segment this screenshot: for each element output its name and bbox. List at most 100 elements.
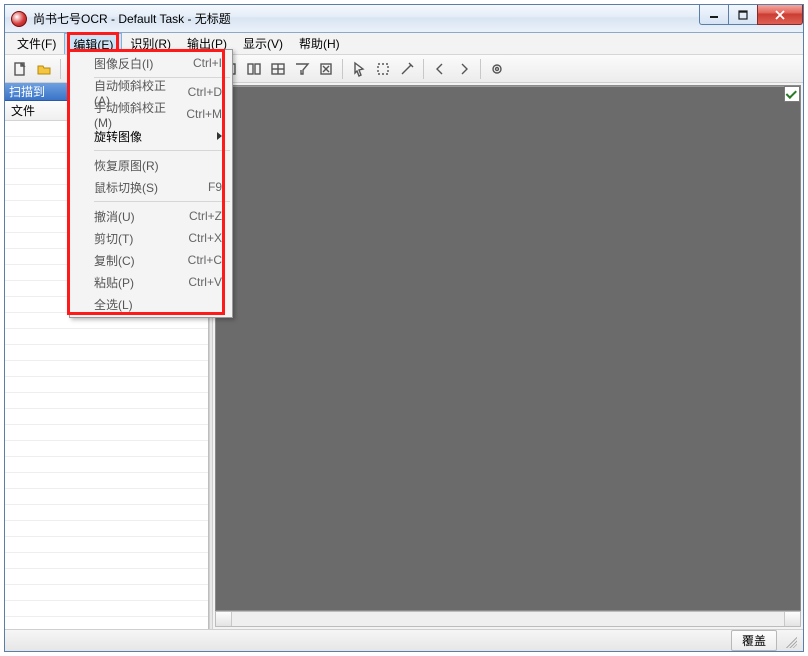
annotation-toggle-checkbox[interactable] [784, 86, 800, 102]
menuitem-label: 恢复原图(R) [94, 157, 159, 174]
menuitem-label: 撤消(U) [94, 208, 135, 225]
menuitem-restore-original[interactable]: 恢复原图(R) [70, 154, 232, 176]
delete-cell-button[interactable] [315, 58, 337, 80]
folder-open-icon [36, 61, 52, 77]
gear-icon [489, 61, 505, 77]
menuitem-accel: F9 [208, 180, 222, 194]
next-button[interactable] [453, 58, 475, 80]
file-column-label: 文件 [11, 102, 35, 119]
maximize-button[interactable] [728, 5, 758, 25]
menuitem-copy[interactable]: 复制(C) Ctrl+C [70, 249, 232, 271]
list-item[interactable] [5, 409, 208, 425]
toolbar-separator [342, 59, 343, 79]
cell-x-icon [318, 61, 334, 77]
list-item[interactable] [5, 553, 208, 569]
list-item[interactable] [5, 393, 208, 409]
list-item[interactable] [5, 457, 208, 473]
list-item[interactable] [5, 601, 208, 617]
resize-grip-icon[interactable] [783, 634, 797, 648]
ruler-top [216, 86, 784, 87]
menuitem-label: 剪切(T) [94, 230, 133, 247]
close-icon [774, 10, 786, 20]
layout-columns-icon [246, 61, 262, 77]
scroll-right-arrow[interactable] [784, 612, 800, 626]
window-title: 尚书七号OCR - Default Task - 无标题 [33, 10, 231, 27]
overwrite-label: 覆盖 [742, 634, 766, 648]
menu-help[interactable]: 帮助(H) [291, 33, 348, 54]
menuitem-manual-deskew[interactable]: 手动倾斜校正(M) Ctrl+M [70, 103, 232, 125]
chevron-right-icon [217, 132, 222, 140]
marquee-button[interactable] [372, 58, 394, 80]
menu-separator [94, 201, 230, 202]
menuitem-label: 图像反白(I) [94, 55, 153, 72]
menuitem-accel: Ctrl+D [188, 85, 222, 99]
menu-file[interactable]: 文件(F) [9, 33, 64, 54]
marquee-icon [375, 61, 391, 77]
close-button[interactable] [757, 5, 803, 25]
minimize-icon [709, 10, 719, 20]
edit-button[interactable] [396, 58, 418, 80]
list-item[interactable] [5, 377, 208, 393]
scroll-track[interactable] [232, 612, 784, 626]
arrow-right-icon [456, 61, 472, 77]
menuitem-invert-image[interactable]: 图像反白(I) Ctrl+I [70, 52, 232, 74]
open-button[interactable] [33, 58, 55, 80]
list-item[interactable] [5, 569, 208, 585]
document-icon [12, 61, 28, 77]
list-item[interactable] [5, 537, 208, 553]
app-icon [11, 11, 27, 27]
toolbar-separator [480, 59, 481, 79]
menuitem-undo[interactable]: 撤消(U) Ctrl+Z [70, 205, 232, 227]
list-item[interactable] [5, 521, 208, 537]
menuitem-label: 手动倾斜校正(M) [94, 99, 176, 130]
list-item[interactable] [5, 585, 208, 601]
list-item[interactable] [5, 345, 208, 361]
menuitem-accel: Ctrl+X [188, 231, 222, 245]
menu-view[interactable]: 显示(V) [235, 33, 291, 54]
titlebar[interactable]: 尚书七号OCR - Default Task - 无标题 [5, 5, 803, 33]
menuitem-accel: Ctrl+Z [189, 209, 222, 223]
list-item[interactable] [5, 441, 208, 457]
overwrite-toggle[interactable]: 覆盖 [731, 630, 777, 651]
list-item[interactable] [5, 473, 208, 489]
list-item[interactable] [5, 505, 208, 521]
list-item[interactable] [5, 489, 208, 505]
menuitem-label: 全选(L) [94, 296, 133, 313]
new-button[interactable] [9, 58, 31, 80]
menu-view-label: 显示(V) [243, 35, 283, 52]
menuitem-label: 鼠标切换(S) [94, 179, 158, 196]
document-view[interactable] [215, 85, 801, 611]
edit-menu-dropdown: 图像反白(I) Ctrl+I 自动倾斜校正(A) Ctrl+D 手动倾斜校正(M… [69, 49, 233, 318]
menuitem-mouse-toggle[interactable]: 鼠标切换(S) F9 [70, 176, 232, 198]
menuitem-label: 复制(C) [94, 252, 135, 269]
menuitem-cut[interactable]: 剪切(T) Ctrl+X [70, 227, 232, 249]
left-pane-title: 扫描到 [9, 83, 45, 100]
window-controls [700, 5, 803, 25]
menuitem-accel: Ctrl+I [193, 56, 222, 70]
layout-table-button[interactable] [267, 58, 289, 80]
filter-button[interactable] [291, 58, 313, 80]
table-icon [270, 61, 286, 77]
scroll-left-arrow[interactable] [216, 612, 232, 626]
menuitem-select-all[interactable]: 全选(L) [70, 293, 232, 315]
horizontal-scrollbar[interactable] [215, 611, 801, 627]
menuitem-accel: Ctrl+V [188, 275, 222, 289]
prev-button[interactable] [429, 58, 451, 80]
toolbar-separator [60, 59, 61, 79]
list-item[interactable] [5, 425, 208, 441]
menu-help-label: 帮助(H) [299, 35, 340, 52]
statusbar: 覆盖 [5, 629, 803, 651]
list-item[interactable] [5, 329, 208, 345]
menuitem-paste[interactable]: 粘贴(P) Ctrl+V [70, 271, 232, 293]
settings-button[interactable] [486, 58, 508, 80]
pointer-icon [351, 61, 367, 77]
pointer-button[interactable] [348, 58, 370, 80]
menuitem-label: 粘贴(P) [94, 274, 134, 291]
list-item[interactable] [5, 361, 208, 377]
pencil-icon [399, 61, 415, 77]
layout-columns-button[interactable] [243, 58, 265, 80]
funnel-icon [294, 61, 310, 77]
minimize-button[interactable] [699, 5, 729, 25]
right-pane [213, 83, 803, 629]
maximize-icon [738, 10, 748, 20]
